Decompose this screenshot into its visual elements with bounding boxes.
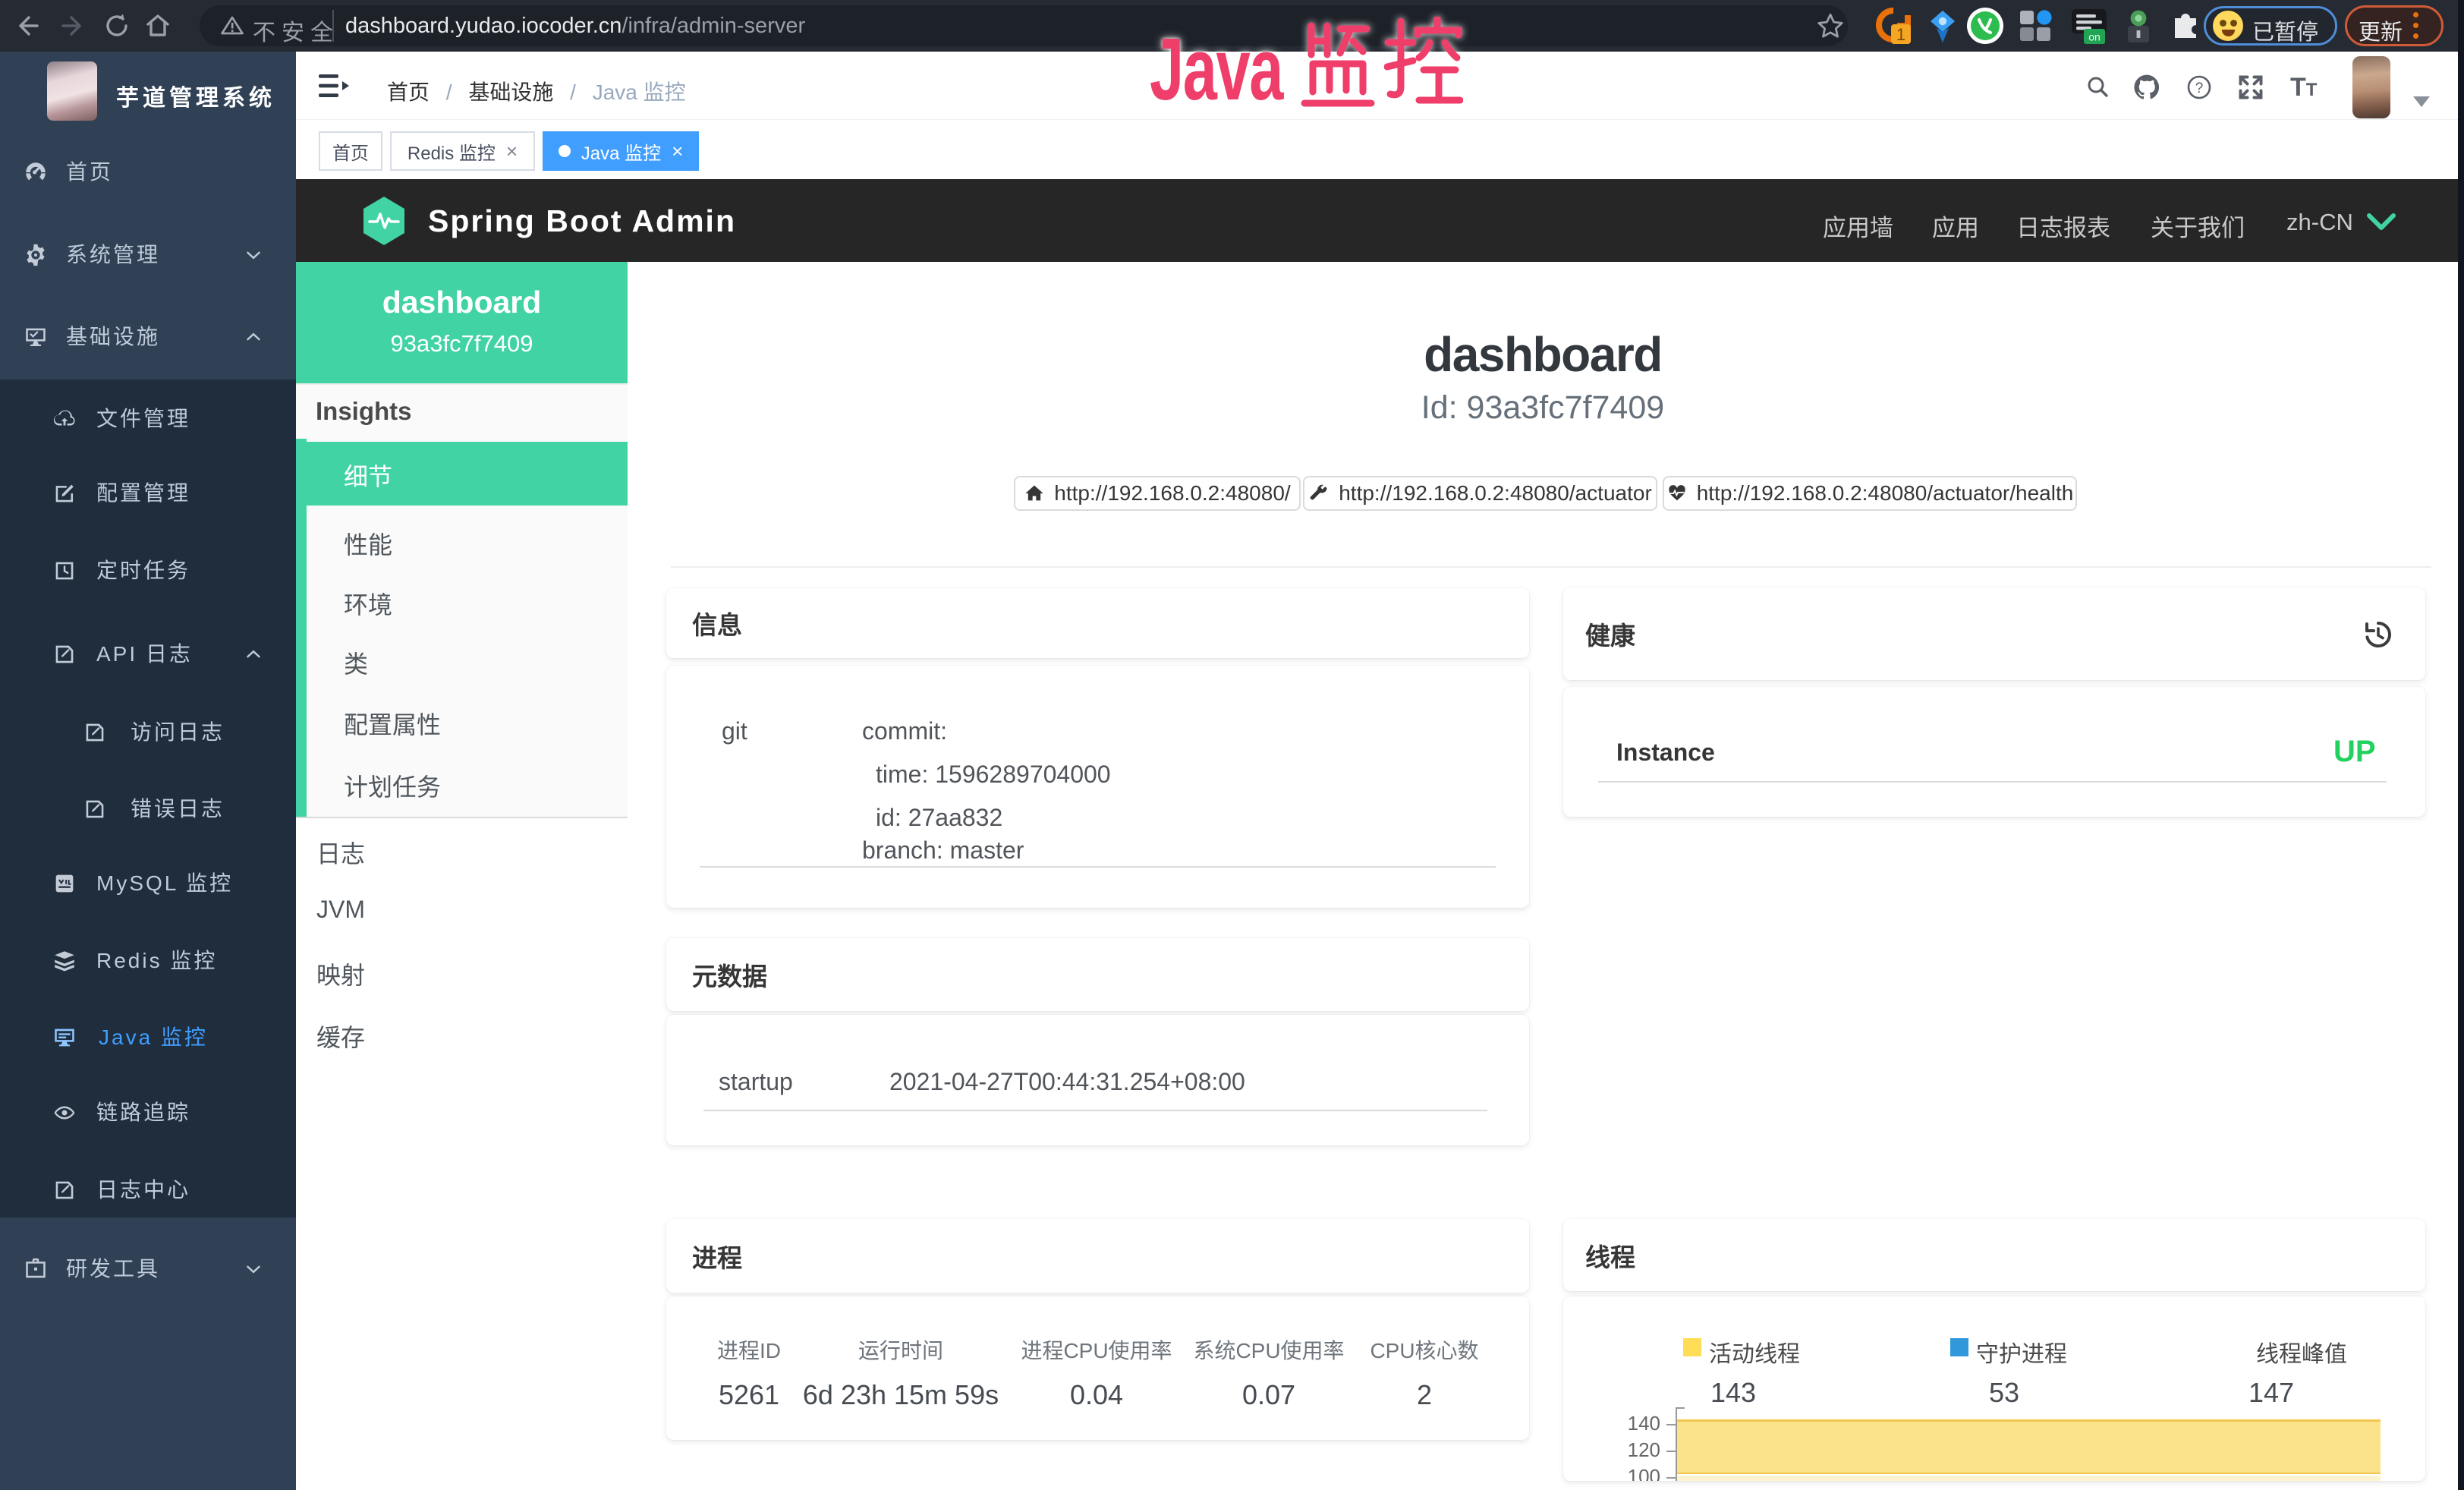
svg-text:1: 1 [1896, 25, 1905, 44]
svg-text:?: ? [2195, 80, 2204, 96]
svg-text:on: on [2088, 31, 2101, 43]
